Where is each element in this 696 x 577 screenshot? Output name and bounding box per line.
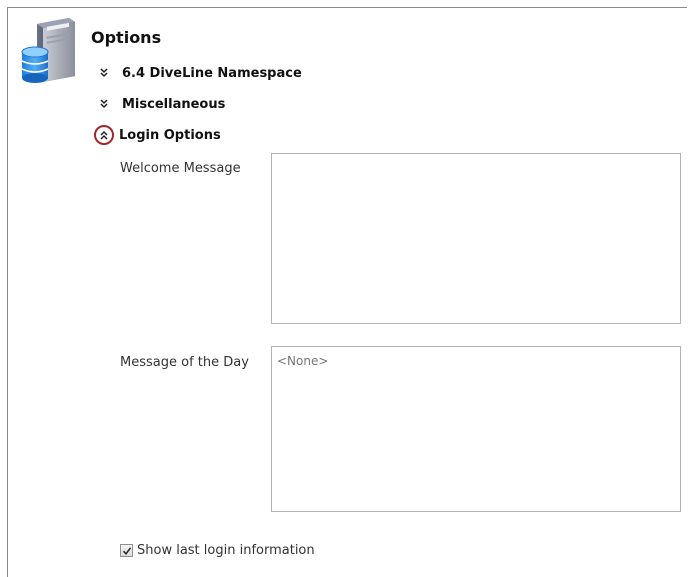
- chevron-double-down-icon[interactable]: [92, 93, 116, 115]
- show-last-login-label[interactable]: Show last login information: [137, 543, 315, 558]
- message-of-the-day-label: Message of the Day: [120, 355, 249, 370]
- message-of-the-day-input[interactable]: [271, 346, 681, 512]
- chevron-double-down-icon[interactable]: [92, 62, 116, 84]
- section-label[interactable]: Miscellaneous: [122, 97, 225, 112]
- show-last-login-checkbox[interactable]: [120, 544, 133, 557]
- chevron-double-up-icon[interactable]: [92, 124, 116, 146]
- section-label[interactable]: Login Options: [119, 128, 221, 143]
- show-last-login-row[interactable]: Show last login information: [120, 543, 315, 558]
- section-dive-line-namespace[interactable]: 6.4 DiveLine Namespace: [92, 62, 302, 84]
- section-login-options[interactable]: Login Options: [92, 124, 221, 146]
- section-label[interactable]: 6.4 DiveLine Namespace: [122, 66, 302, 81]
- section-miscellaneous[interactable]: Miscellaneous: [92, 93, 225, 115]
- welcome-message-label: Welcome Message: [120, 161, 241, 176]
- page-title: Options: [91, 28, 162, 47]
- database-server-icon: [21, 18, 75, 83]
- welcome-message-input[interactable]: [271, 153, 681, 324]
